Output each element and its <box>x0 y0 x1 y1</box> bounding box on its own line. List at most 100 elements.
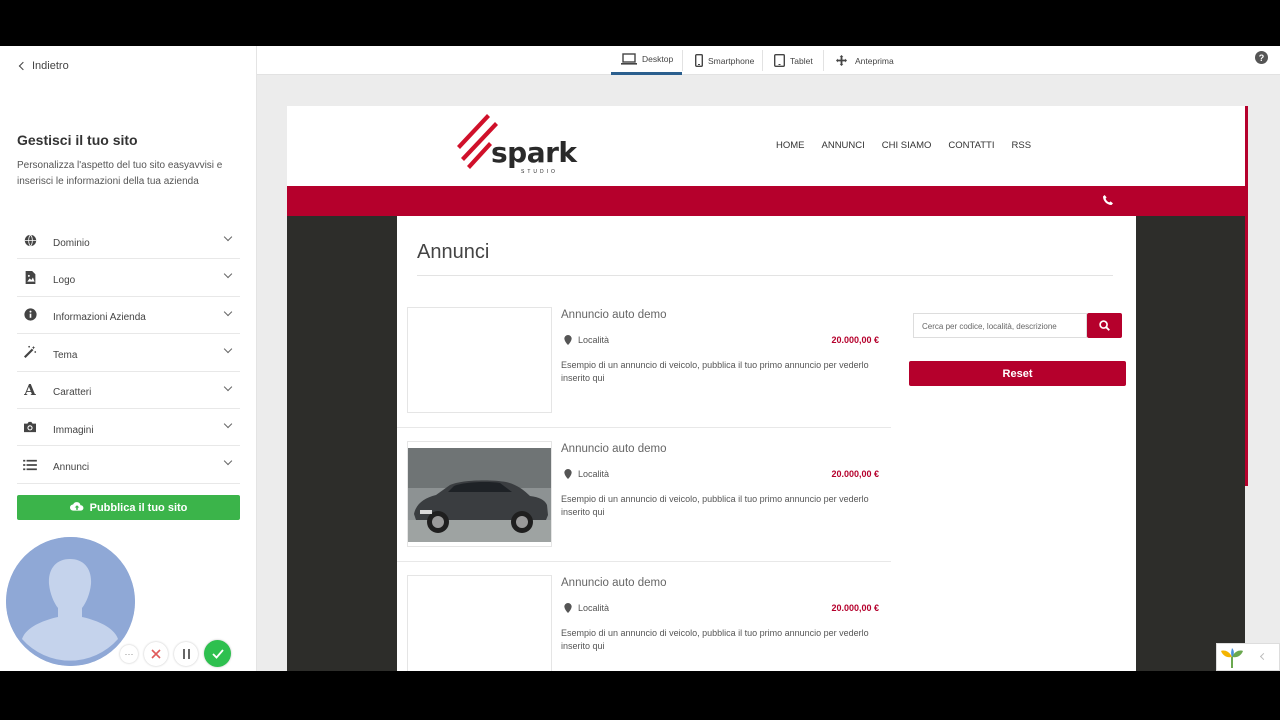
cancel-button[interactable] <box>144 641 168 666</box>
divider <box>823 50 824 71</box>
divider <box>762 50 763 71</box>
cloud-upload-icon <box>69 501 84 514</box>
back-label: Indietro <box>32 60 69 72</box>
listing-location: Località <box>564 469 609 479</box>
chevron-down-icon <box>223 307 233 317</box>
reset-button[interactable]: Reset <box>909 361 1126 386</box>
nav-contatti[interactable]: CONTATTI <box>948 140 994 151</box>
move-arrows-icon <box>836 55 847 66</box>
site-header: spark STUDIO HOME ANNUNCI CHI SIAMO CONT… <box>287 106 1245 186</box>
tab-label: Desktop <box>642 54 674 64</box>
listing-item[interactable]: Annuncio auto demo Località 20.000,00 € … <box>407 575 891 671</box>
close-icon <box>151 648 161 659</box>
listing-title[interactable]: Annuncio auto demo <box>561 577 667 589</box>
camera-icon <box>17 419 43 435</box>
sidebar-item-informazioni-azienda[interactable]: Informazioni Azienda <box>17 297 240 335</box>
tab-label: Tablet <box>790 55 813 66</box>
sidebar-item-annunci[interactable]: Annunci <box>17 446 240 484</box>
listing-location: Località <box>564 335 609 345</box>
sidebar-item-label: Annunci <box>53 462 90 474</box>
site-logo[interactable]: spark STUDIO <box>453 112 585 178</box>
logo-text: spark <box>491 136 577 169</box>
tab-smartphone[interactable]: Smartphone <box>695 46 754 75</box>
smartphone-icon <box>695 54 703 67</box>
more-icon: ··· <box>124 648 134 659</box>
search-input[interactable]: Cerca per codice, località, descrizione <box>913 313 1087 338</box>
listing-title[interactable]: Annuncio auto demo <box>561 443 667 455</box>
listing-thumbnail[interactable] <box>407 441 552 547</box>
listing-title[interactable]: Annuncio auto demo <box>561 309 667 321</box>
search-button[interactable] <box>1087 313 1122 338</box>
tab-tablet[interactable]: Tablet <box>774 46 813 75</box>
site-preview: spark STUDIO HOME ANNUNCI CHI SIAMO CONT… <box>287 106 1245 671</box>
listing-location-text: Località <box>578 603 610 613</box>
nav-annunci[interactable]: ANNUNCI <box>822 140 865 151</box>
publish-site-button[interactable]: Pubblica il tuo sito <box>17 495 240 520</box>
listing-item[interactable]: Annuncio auto demo Località 20.000,00 € … <box>397 307 891 428</box>
chevron-down-icon <box>223 382 233 391</box>
info-icon <box>17 307 43 323</box>
search-icon <box>1099 320 1110 331</box>
sidebar-item-immagini[interactable]: Immagini <box>17 409 240 447</box>
sidebar: Indietro Gestisci il tuo sito Personaliz… <box>0 46 257 671</box>
confirm-button[interactable] <box>204 640 231 667</box>
tab-preview[interactable]: Anteprima <box>836 46 894 75</box>
letterbox-top <box>0 0 1280 46</box>
image-file-icon <box>17 270 43 286</box>
chevron-left-icon <box>18 61 28 71</box>
chevron-down-icon <box>223 457 233 466</box>
listing-item[interactable]: Annuncio auto demo Località 20.000,00 € … <box>397 441 891 562</box>
listing-description: Esempio di un annuncio di veicolo, pubbl… <box>561 494 869 517</box>
magic-wand-icon <box>17 344 43 360</box>
main-content: Annunci Annuncio auto demo Località 20.0… <box>397 216 1136 671</box>
back-link[interactable]: Indietro <box>18 60 69 72</box>
tab-label: Anteprima <box>855 55 894 66</box>
pause-button[interactable] <box>174 641 198 666</box>
divider <box>682 50 683 71</box>
tab-desktop[interactable]: Desktop <box>611 46 682 75</box>
phone-icon[interactable] <box>1103 195 1113 208</box>
map-pin-icon <box>564 335 572 345</box>
chat-widget[interactable] <box>1216 643 1280 671</box>
sidebar-title: Gestisci il tuo sito <box>17 132 138 148</box>
laptop-icon <box>621 53 637 65</box>
preview-canvas: spark STUDIO HOME ANNUNCI CHI SIAMO CONT… <box>257 75 1280 671</box>
app-window: Indietro Gestisci il tuo sito Personaliz… <box>0 46 1280 671</box>
divider <box>417 275 1113 276</box>
car-photo <box>408 442 551 546</box>
scroll-accent <box>1245 106 1248 486</box>
chevron-down-icon <box>223 344 233 354</box>
tab-label: Smartphone <box>708 55 755 66</box>
site-contact-bar <box>287 186 1245 216</box>
font-icon: A <box>24 380 36 399</box>
nav-chi-siamo[interactable]: CHI SIAMO <box>882 140 932 151</box>
listing-thumbnail[interactable] <box>407 575 552 671</box>
listing-price: 20.000,00 € <box>831 469 879 479</box>
chevron-down-icon <box>223 419 233 429</box>
sidebar-item-dominio[interactable]: Dominio <box>17 222 240 260</box>
sidebar-item-logo[interactable]: Logo <box>17 259 240 297</box>
listing-location: Località <box>564 603 609 613</box>
sidebar-item-tema[interactable]: Tema <box>17 334 240 372</box>
letterbox-bottom <box>0 671 1280 720</box>
help-icon[interactable]: ? <box>1255 51 1268 64</box>
publish-label: Pubblica il tuo sito <box>89 501 188 514</box>
map-pin-icon <box>564 603 572 613</box>
sidebar-item-label: Logo <box>53 275 76 287</box>
chevron-down-icon <box>223 232 233 242</box>
listing-price: 20.000,00 € <box>831 603 879 613</box>
sidebar-item-caratteri[interactable]: A Caratteri <box>17 372 240 409</box>
listing-thumbnail[interactable] <box>407 307 552 413</box>
chevron-down-icon <box>223 270 233 279</box>
listing-description: Esempio di un annuncio di veicolo, pubbl… <box>561 360 869 383</box>
listing-price: 20.000,00 € <box>831 335 879 345</box>
nav-home[interactable]: HOME <box>776 140 805 151</box>
more-options-button[interactable]: ··· <box>120 644 138 663</box>
chevron-left-icon <box>1259 652 1268 661</box>
listing-description: Esempio di un annuncio di veicolo, pubbl… <box>561 628 869 651</box>
pause-icon <box>182 648 190 659</box>
check-icon <box>211 648 224 659</box>
tablet-icon <box>774 54 785 67</box>
sidebar-item-label: Informazioni Azienda <box>53 312 146 324</box>
nav-rss[interactable]: RSS <box>1012 140 1032 151</box>
